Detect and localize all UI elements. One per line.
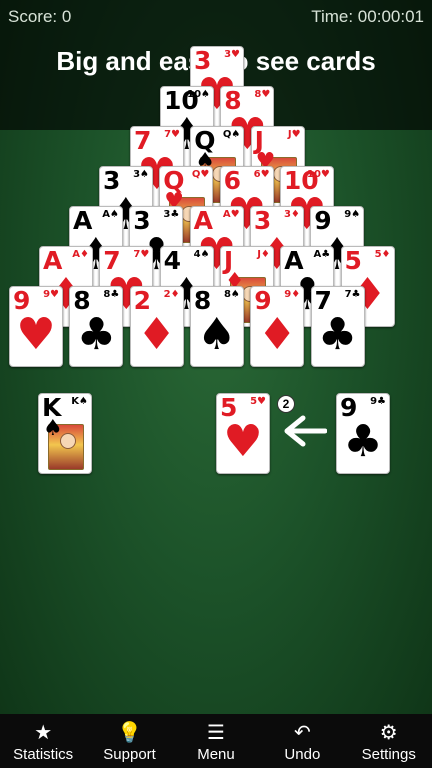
card-corner: 3♣ [163,209,180,220]
card-corner: Q♠ [222,129,241,140]
status-bar: Score: 0 Time: 00:00:01 [0,0,432,34]
nav-label: Statistics [13,745,74,763]
card-corner: A♦ [72,249,89,260]
pyramid-card[interactable]: 9 9♥ ♥ [9,286,63,367]
bottom-nav: ★ Statistics 💡 Support ☰ Menu ↶ Undo ⚙ S… [0,714,432,768]
card-corner: 6♥ [253,169,270,180]
card-corner: A♠ [102,209,119,220]
card-corner: 7♥ [164,129,180,140]
gear-icon: ⚙ [379,719,398,744]
nav-label: Menu [197,745,235,763]
nav-label: Undo [284,745,321,763]
pyramid-card[interactable]: 9 9♦ ♦ [250,286,305,367]
star-icon: ★ [34,719,53,744]
card-corner: 8♥ [254,89,271,100]
card-corner: Q♥ [191,169,210,180]
nav-label: Support [103,745,156,763]
card-corner: 3♦ [283,209,300,220]
stock-card[interactable]: K K♠ ♠ [38,393,92,474]
card-corner: 8♠ [223,289,240,300]
card-corner: 5♦ [374,249,391,260]
pyramid-card[interactable]: 2 2♦ ♦ [129,286,184,367]
card-corner: 7♣ [344,289,361,300]
card-corner: 7♥ [133,249,150,260]
left-arrow-icon [284,415,327,447]
card-corner: 5♥ [250,396,266,407]
card-suit-icon: ♥ [16,309,56,360]
nav-settings[interactable]: ⚙ Settings [346,720,432,763]
card-suit-icon: ♠ [43,416,63,441]
card-corner: 9♥ [43,289,59,300]
nav-support[interactable]: 💡 Support [87,720,173,763]
time-label: Time: 00:00:01 [311,7,424,26]
card-corner: 9♣ [370,396,386,407]
next-card[interactable]: 9 9♣ ♣ [336,393,390,474]
nav-menu[interactable]: ☰ Menu [173,720,259,763]
waste-count-badge: 2 [277,395,295,413]
card-suit-icon: ♣ [317,309,358,360]
card-corner: 10♠ [187,89,210,100]
card-corner: 8♣ [103,289,120,300]
pyramid-card[interactable]: 8 8♣ ♣ [69,286,124,367]
card-corner: J♥ [287,129,301,140]
card-corner: 3♠ [133,169,149,180]
menu-icon: ☰ [207,719,225,744]
card-corner: 9♠ [344,209,361,220]
card-corner: 10♥ [307,169,330,180]
card-suit-icon: ♠ [197,309,237,360]
card-corner: 9♦ [284,289,301,300]
card-suit-icon: ♦ [136,309,177,360]
card-corner: A♥ [222,209,240,220]
card-corner: 2♦ [163,289,180,300]
undo-icon: ↶ [293,719,311,744]
nav-undo[interactable]: ↶ Undo [259,720,345,763]
nav-statistics[interactable]: ★ Statistics [0,720,86,763]
card-corner: K♠ [71,396,88,407]
card-suit-icon: ♣ [76,309,117,360]
card-suit-icon: ♦ [257,309,297,360]
pyramid-card[interactable]: 8 8♠ ♠ [189,286,244,367]
card-corner: A♣ [313,249,331,260]
card-suit-icon: ♥ [223,416,263,467]
card-corner: 4♠ [193,249,210,260]
card-corner: 3♥ [224,49,240,60]
score-label: Score: 0 [8,7,72,26]
pyramid-card[interactable]: 7 7♣ ♣ [310,286,365,367]
nav-label: Settings [361,745,416,763]
lightbulb-icon: 💡 [117,719,143,744]
card-suit-icon: ♣ [343,416,383,467]
card-corner: J♦ [257,249,270,260]
waste-card[interactable]: 5 5♥ ♥ [216,393,270,474]
